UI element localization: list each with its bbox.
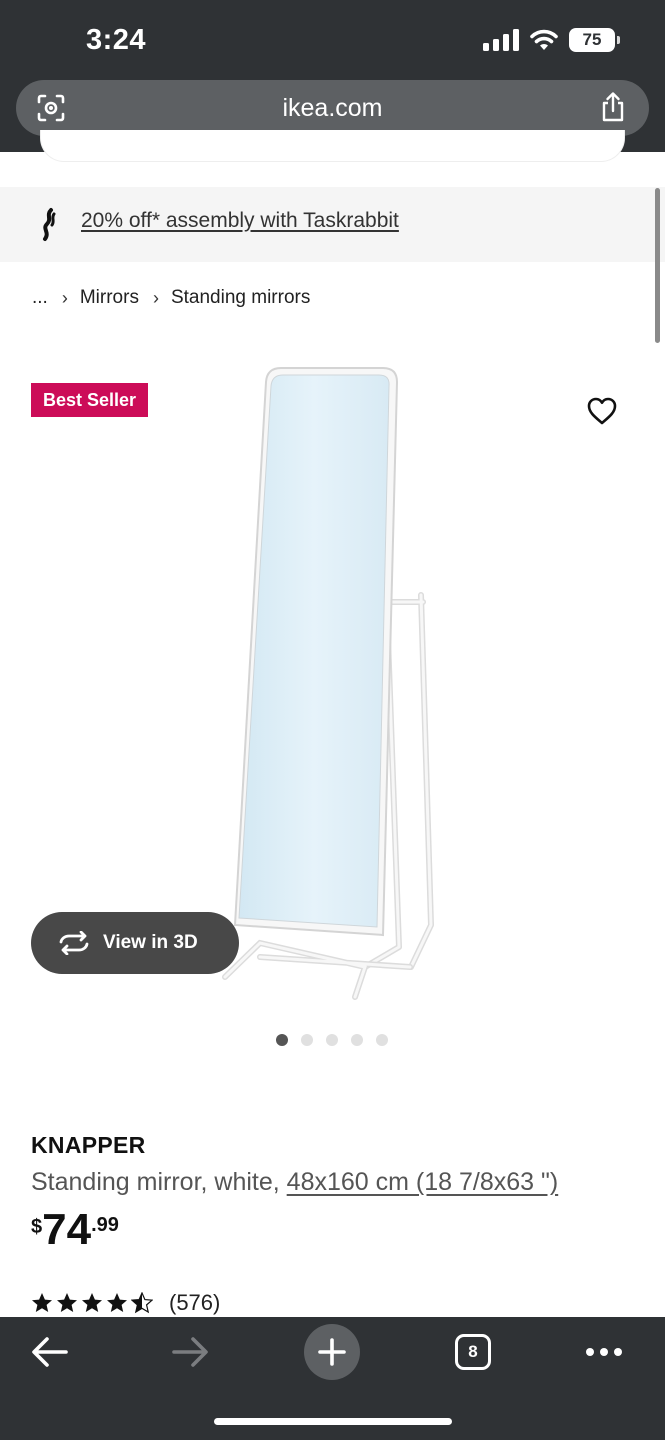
browser-toolbar: 8 (0, 1317, 665, 1440)
status-icons: 75 (483, 26, 620, 54)
heart-icon[interactable] (586, 396, 618, 426)
promo-banner[interactable]: 20% off* assembly with Taskrabbit (0, 187, 665, 262)
chevron-right-icon: › (61, 287, 68, 308)
chevron-right-icon: › (152, 287, 159, 308)
home-indicator (214, 1418, 452, 1425)
share-icon[interactable] (599, 91, 627, 123)
back-arrow-icon[interactable] (30, 1335, 70, 1369)
best-seller-badge: Best Seller (31, 383, 148, 417)
more-icon[interactable] (584, 1345, 624, 1359)
product-name: KNAPPER (31, 1132, 146, 1158)
forward-arrow-icon[interactable] (170, 1335, 210, 1369)
address-bar[interactable]: ikea.com (16, 80, 649, 136)
product-description: Standing mirror, white, 48x160 cm (18 7/… (31, 1168, 558, 1197)
gallery-dot[interactable] (276, 1034, 288, 1046)
review-count[interactable]: (576) (169, 1290, 220, 1316)
gallery-dot[interactable] (326, 1034, 338, 1046)
product-type: Standing mirror, white, (31, 1168, 287, 1196)
breadcrumb: ... › Mirrors › Standing mirrors (32, 287, 310, 309)
view-3d-label: View in 3D (103, 932, 198, 953)
new-tab-button[interactable] (304, 1324, 360, 1380)
product-size-link[interactable]: 48x160 cm (18 7/8x63 ") (287, 1168, 559, 1196)
battery-icon: 75 (569, 28, 620, 52)
wifi-icon (530, 29, 558, 50)
product-rating[interactable]: (576) (31, 1290, 220, 1316)
price-main: 74 (42, 1205, 92, 1254)
star-full-icon (32, 1293, 52, 1312)
price-currency: $ (31, 1216, 43, 1238)
gallery-pagination[interactable] (276, 1034, 388, 1046)
star-full-icon (107, 1293, 127, 1312)
battery-level: 75 (582, 30, 602, 49)
star-full-icon (57, 1293, 77, 1312)
star-half-icon (131, 1292, 153, 1314)
product-image[interactable] (215, 365, 455, 1005)
star-rating (31, 1292, 153, 1314)
search-bar-edge (40, 130, 625, 162)
breadcrumb-mirrors[interactable]: Mirrors (80, 287, 139, 309)
breadcrumb-ellipsis[interactable]: ... (32, 287, 48, 309)
taskrabbit-icon (43, 208, 56, 241)
taskrabbit-link[interactable]: 20% off* assembly with Taskrabbit (81, 209, 399, 233)
gallery-dot[interactable] (301, 1034, 313, 1046)
page-scrollbar[interactable] (655, 188, 660, 343)
price-cents: .99 (91, 1214, 119, 1236)
gallery-dot[interactable] (376, 1034, 388, 1046)
signal-icon (483, 29, 519, 51)
rotate-3d-icon (59, 931, 89, 955)
new-tab-plus-icon (318, 1338, 346, 1366)
product-price: $ 74 .99 (31, 1208, 119, 1252)
view-3d-button[interactable]: View in 3D (31, 912, 239, 974)
tabs-icon[interactable]: 8 (455, 1334, 491, 1370)
star-full-icon (82, 1293, 102, 1312)
status-time: 3:24 (86, 24, 147, 56)
breadcrumb-standing-mirrors[interactable]: Standing mirrors (171, 287, 310, 309)
url-text[interactable]: ikea.com (16, 94, 649, 123)
gallery-dot[interactable] (351, 1034, 363, 1046)
